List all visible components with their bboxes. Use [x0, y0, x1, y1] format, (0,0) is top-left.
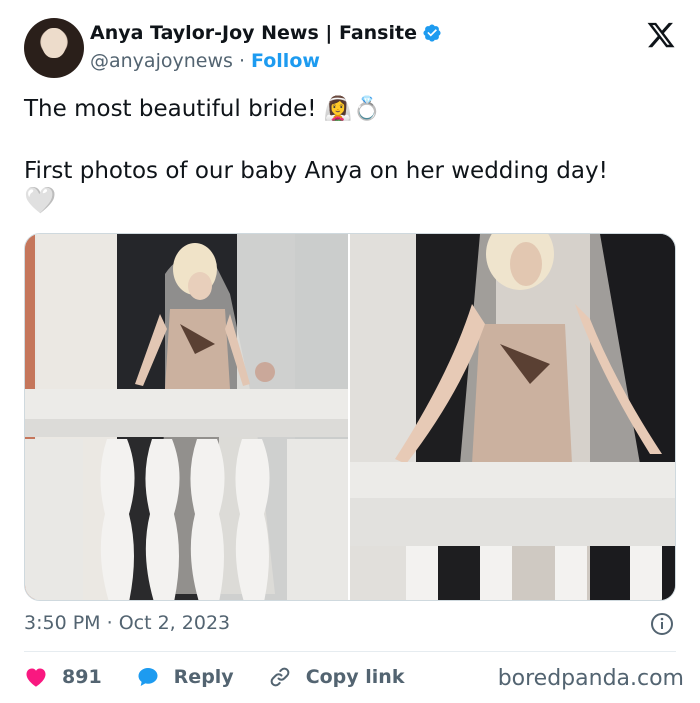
author-name-line: Anya Taylor-Joy News | Fansite — [90, 22, 442, 44]
photo-left-illustration — [25, 234, 348, 600]
tweet-date: Oct 2, 2023 — [118, 612, 231, 634]
tweet-timestamp[interactable]: 3:50 PM · Oct 2, 2023 — [24, 612, 230, 634]
timestamp-separator: · — [106, 612, 113, 634]
like-count: 891 — [62, 666, 102, 688]
copy-link-button[interactable]: Copy link — [268, 665, 405, 689]
info-icon[interactable] — [650, 612, 674, 636]
handle[interactable]: @anyajoynews — [90, 50, 233, 72]
verified-badge-icon — [423, 24, 441, 42]
reply-label: Reply — [173, 666, 234, 688]
photo-bride-balcony-full[interactable] — [25, 234, 348, 600]
reply-bubble-icon — [138, 668, 158, 686]
separator: · — [238, 50, 245, 72]
tweet-media[interactable] — [24, 233, 676, 601]
boredpanda-watermark: boredpanda.com — [497, 666, 684, 691]
heart-icon — [26, 668, 46, 687]
photo-bride-balcony-close[interactable] — [350, 234, 675, 600]
like-button[interactable]: 891 — [24, 665, 102, 689]
photo-right-illustration — [350, 234, 675, 600]
avatar[interactable] — [24, 18, 84, 78]
tweet-header: Anya Taylor-Joy News | Fansite @anyajoyn… — [24, 18, 676, 80]
reply-button[interactable]: Reply — [136, 665, 234, 689]
x-logo-icon[interactable] — [646, 20, 676, 50]
tweet-text-line-2: First photos of our baby Anya on her wed… — [24, 158, 608, 184]
follow-button[interactable]: Follow — [251, 50, 320, 72]
display-name[interactable]: Anya Taylor-Joy News | Fansite — [90, 22, 417, 44]
link-icon — [270, 667, 290, 687]
white-heart-emoji: 🤍 — [24, 186, 57, 216]
handle-line: @anyajoynews · Follow — [90, 50, 320, 72]
copy-link-label: Copy link — [305, 666, 405, 688]
tweet-actions: 891 Reply Copy link — [24, 662, 438, 692]
divider — [24, 651, 676, 652]
tweet-text-line-1: The most beautiful bride! 👰‍♀️💍 — [24, 96, 382, 122]
tweet-time: 3:50 PM — [24, 612, 101, 634]
